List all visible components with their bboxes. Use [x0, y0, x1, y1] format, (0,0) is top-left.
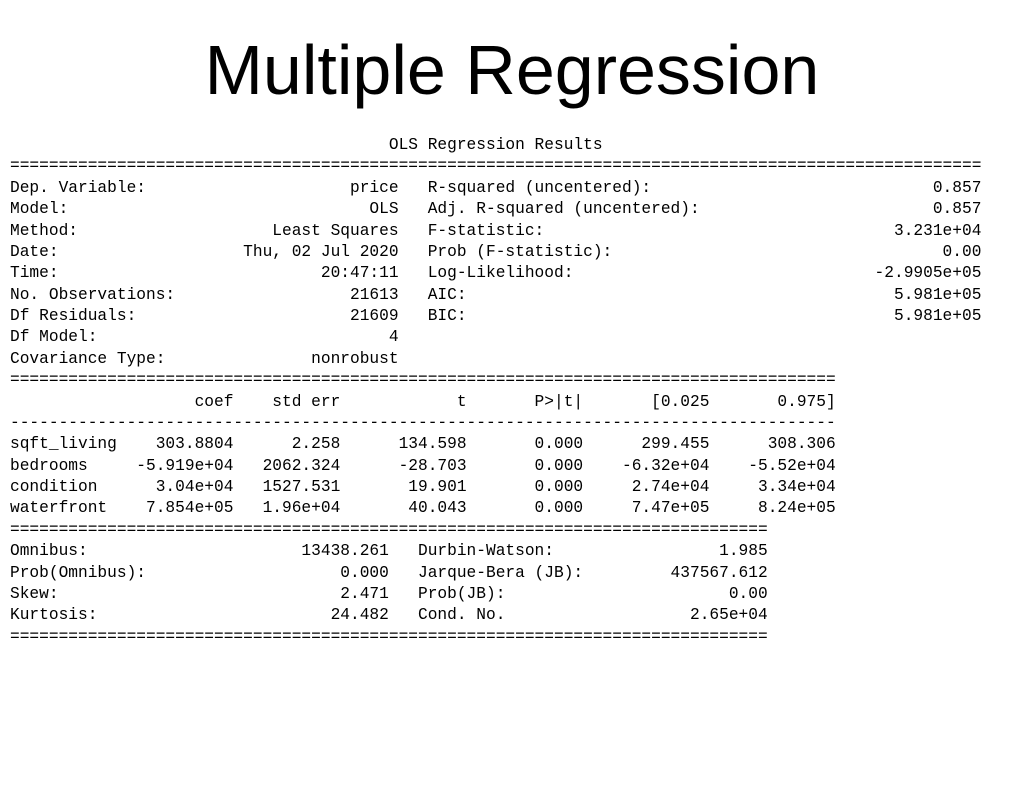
ols-regression-output: OLS Regression Results =================… [10, 135, 1014, 648]
page-title: Multiple Regression [0, 30, 1024, 110]
